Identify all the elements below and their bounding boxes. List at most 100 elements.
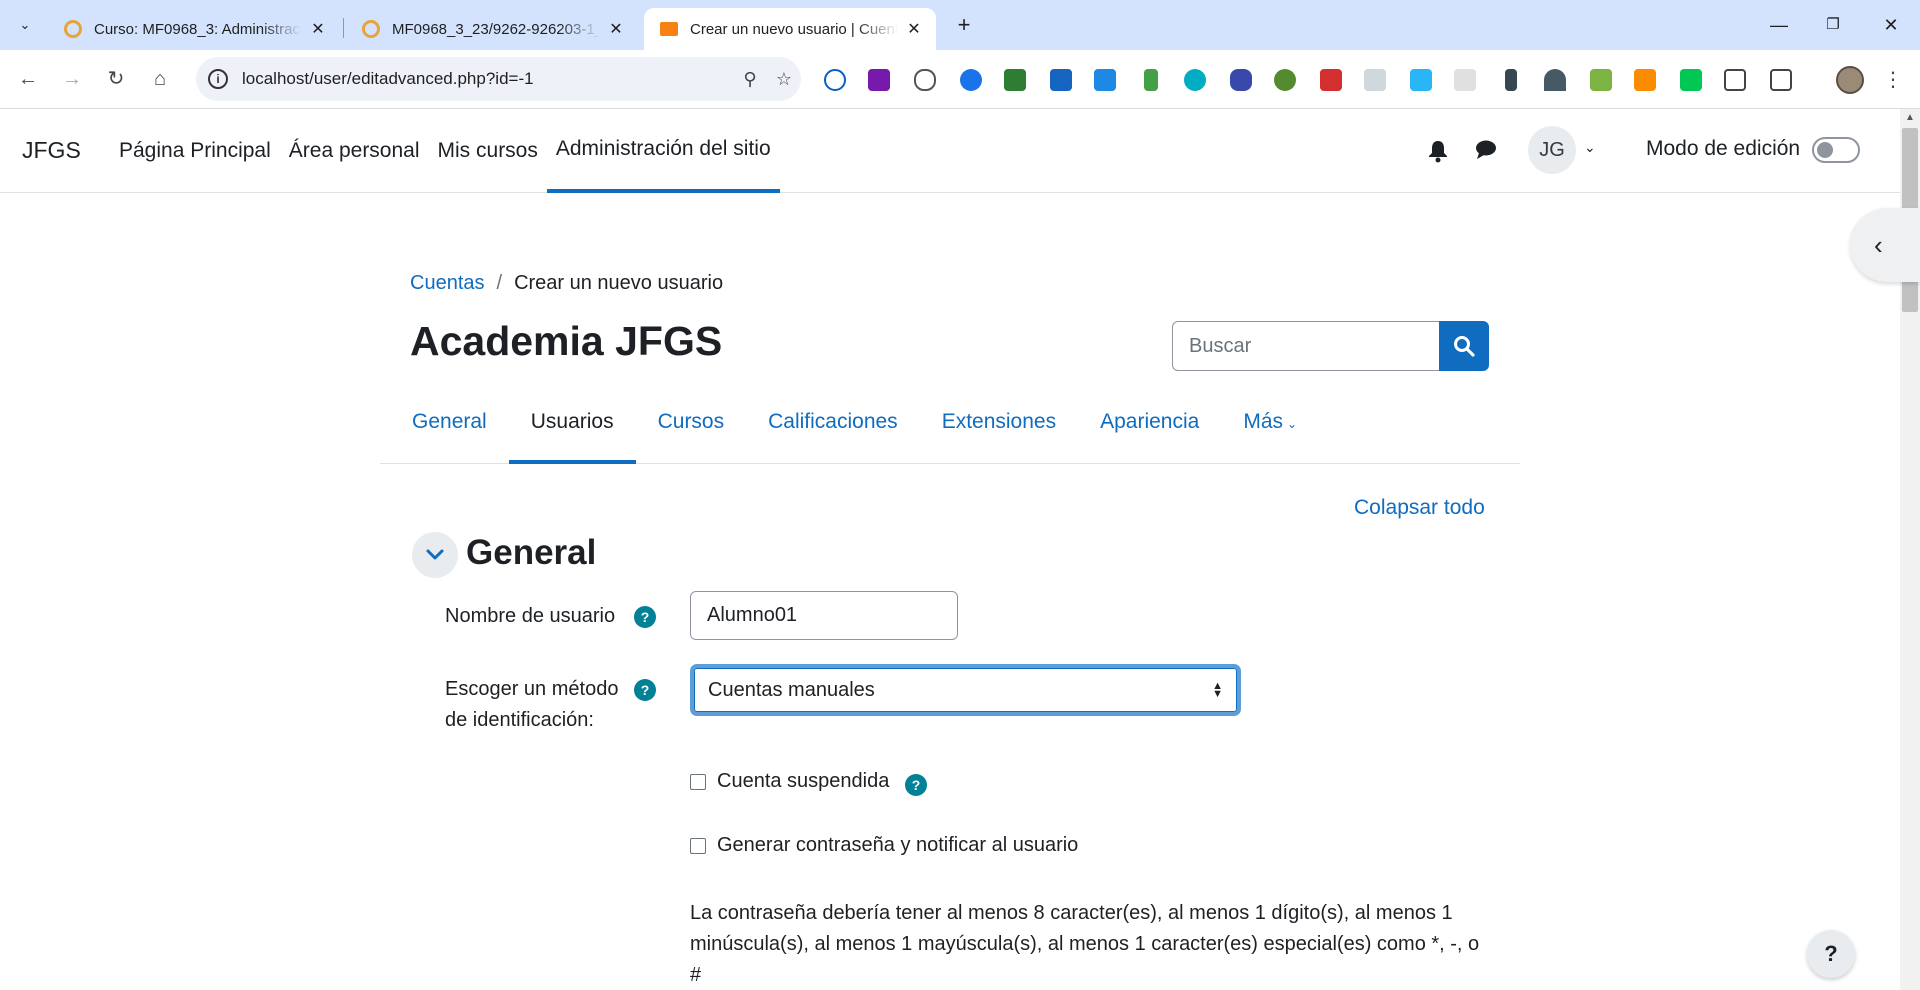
tab-courses[interactable]: Cursos <box>636 398 747 464</box>
onenote-extension-icon[interactable] <box>868 69 890 91</box>
generate-password-checkbox[interactable] <box>690 837 706 854</box>
s-blue-extension-icon[interactable] <box>1410 69 1432 91</box>
search-input[interactable] <box>1172 321 1440 371</box>
code-extension-icon[interactable] <box>1680 69 1702 91</box>
edit-mode-label: Modo de edición <box>1646 137 1801 160</box>
file-extension-icon[interactable] <box>1094 69 1116 91</box>
minimize-icon[interactable]: — <box>1756 10 1802 40</box>
arrow-down-extension-icon[interactable] <box>1505 69 1517 91</box>
moodle-logo-favicon-icon <box>660 22 678 36</box>
bookmark-star-icon[interactable]: ☆ <box>767 69 801 90</box>
restore-icon[interactable]: ❐ <box>1810 10 1856 40</box>
mendeley-extension-icon[interactable] <box>1320 69 1342 91</box>
notifications-bell-icon[interactable] <box>1426 139 1450 163</box>
zoom-icon[interactable]: ⚲ <box>733 69 767 90</box>
site-info-icon[interactable]: i <box>208 69 228 89</box>
blue-circle-extension-icon[interactable] <box>960 69 982 91</box>
suspended-checkbox[interactable] <box>690 773 706 790</box>
forward-icon[interactable]: → <box>56 63 88 95</box>
help-button[interactable]: ? <box>1807 930 1855 978</box>
browser-tab-3-active[interactable]: Crear un nuevo usuario | Cuentas ✕ <box>644 8 936 50</box>
breadcrumb-separator: / <box>496 272 503 294</box>
auth-method-selected-value: Cuentas manuales <box>708 679 875 701</box>
browser-tab-1[interactable]: Curso: MF0968_3: Administración ✕ <box>48 8 340 50</box>
suspended-label[interactable]: Cuenta suspendida <box>717 770 889 793</box>
url-text[interactable]: localhost/user/editadvanced.php?id=-1 <box>242 69 733 89</box>
breadcrumb-current: Crear un nuevo usuario <box>514 272 724 294</box>
tab-appearance[interactable]: Apariencia <box>1078 398 1221 464</box>
secondary-navigation: General Usuarios Cursos Calificaciones E… <box>380 398 1520 464</box>
breadcrumb-link-accounts[interactable]: Cuentas <box>410 272 485 295</box>
address-bar[interactable]: i localhost/user/editadvanced.php?id=-1 … <box>196 57 801 101</box>
more-vertical-icon[interactable]: ⋮ <box>1880 66 1906 94</box>
tab-more-label: Más <box>1243 410 1284 433</box>
tab-title: MF0968_3_23/9262-926203-1_M <box>392 20 600 38</box>
password-manager-extension-icon[interactable] <box>824 69 846 91</box>
home-icon[interactable]: ⌂ <box>144 63 176 95</box>
username-label: Nombre de usuario <box>445 605 616 627</box>
toggle-knob <box>1817 142 1833 158</box>
chevron-down-icon[interactable]: ⌄ <box>1584 139 1596 156</box>
nav-dashboard[interactable]: Área personal <box>280 109 429 193</box>
open-drawer-chevron-left-icon[interactable]: ‹ <box>1850 208 1920 282</box>
username-input[interactable] <box>690 591 958 640</box>
site-brand[interactable]: JFGS <box>22 137 81 164</box>
nav-site-administration[interactable]: Administración del sitio <box>546 109 780 193</box>
browser-tab-2[interactable]: MF0968_3_23/9262-926203-1_M ✕ <box>346 8 638 50</box>
tab-users[interactable]: Usuarios <box>508 398 636 464</box>
new-tab-icon[interactable]: + <box>950 12 978 40</box>
close-icon[interactable]: ✕ <box>606 19 626 39</box>
trash-extension-icon[interactable] <box>1724 69 1746 91</box>
scroll-up-arrow-icon[interactable]: ▲ <box>1904 112 1916 124</box>
auth-method-select[interactable]: Cuentas manuales ▲ ▼ <box>690 664 1241 716</box>
nav-home[interactable]: Página Principal <box>110 109 280 193</box>
close-icon[interactable]: ✕ <box>904 19 924 39</box>
collapse-all-link[interactable]: Colapsar todo <box>1354 496 1485 520</box>
tab-more[interactable]: Más ⌄ <box>1221 398 1319 464</box>
download-extension-icon[interactable] <box>1004 69 1026 91</box>
tab-plugins[interactable]: Extensiones <box>920 398 1078 464</box>
save-extension-icon[interactable] <box>1050 69 1072 91</box>
notes-extension-icon[interactable] <box>1364 69 1386 91</box>
extensions-puzzle-icon[interactable] <box>1770 69 1792 91</box>
nav-my-courses[interactable]: Mis cursos <box>429 109 547 193</box>
chevron-down-icon <box>426 549 444 560</box>
help-question-icon[interactable]: ? <box>634 606 656 628</box>
tab-title: Crear un nuevo usuario | Cuentas <box>690 20 898 38</box>
puzzle-green-extension-icon[interactable] <box>1590 69 1612 91</box>
page-title: Academia JFGS <box>410 318 723 364</box>
close-icon[interactable]: ✕ <box>308 19 328 39</box>
breadcrumb: Cuentas / Crear un nuevo usuario <box>410 272 723 295</box>
generate-password-label[interactable]: Generar contraseña y notificar al usuari… <box>717 834 1078 857</box>
back-icon[interactable]: ← <box>12 63 44 95</box>
cloud-extension-icon[interactable] <box>914 69 936 91</box>
browser-tab-strip: ⌄ Curso: MF0968_3: Administración ✕ MF09… <box>0 0 1920 50</box>
chevron-down-icon: ⌄ <box>1287 417 1298 431</box>
tab-grades[interactable]: Calificaciones <box>746 398 920 464</box>
user-avatar[interactable]: JG <box>1528 126 1576 174</box>
y-extension-icon[interactable] <box>1144 69 1158 91</box>
link-extension-icon[interactable] <box>1230 69 1252 91</box>
sitemap-extension-icon[interactable] <box>1634 69 1656 91</box>
suspended-row: Cuenta suspendida <box>690 770 889 793</box>
tab-search-chevron-icon[interactable]: ⌄ <box>12 12 38 38</box>
s-extension-icon[interactable] <box>1184 69 1206 91</box>
help-question-icon[interactable]: ? <box>905 774 927 796</box>
profile-avatar-icon[interactable] <box>1836 66 1864 94</box>
search-button[interactable] <box>1439 321 1489 371</box>
pdf-extension-icon[interactable] <box>1454 69 1476 91</box>
edit-mode-toggle[interactable] <box>1812 137 1860 163</box>
search-icon <box>1454 336 1475 357</box>
tab-title: Curso: MF0968_3: Administración <box>94 20 302 38</box>
tab-general[interactable]: General <box>402 398 509 464</box>
window-close-icon[interactable]: ✕ <box>1868 10 1914 40</box>
generate-password-row: Generar contraseña y notificar al usuari… <box>690 834 1078 857</box>
section-collapse-toggle[interactable] <box>412 532 458 578</box>
auth-method-label: Escoger un método de identificación: <box>445 678 619 731</box>
umbrella-extension-icon[interactable] <box>1544 69 1566 91</box>
help-question-icon[interactable]: ? <box>634 679 656 701</box>
messages-chat-icon[interactable] <box>1474 139 1498 163</box>
bike-extension-icon[interactable] <box>1274 69 1296 91</box>
password-policy-note: La contraseña debería tener al menos 8 c… <box>690 902 1480 986</box>
reload-icon[interactable]: ↻ <box>100 63 132 95</box>
